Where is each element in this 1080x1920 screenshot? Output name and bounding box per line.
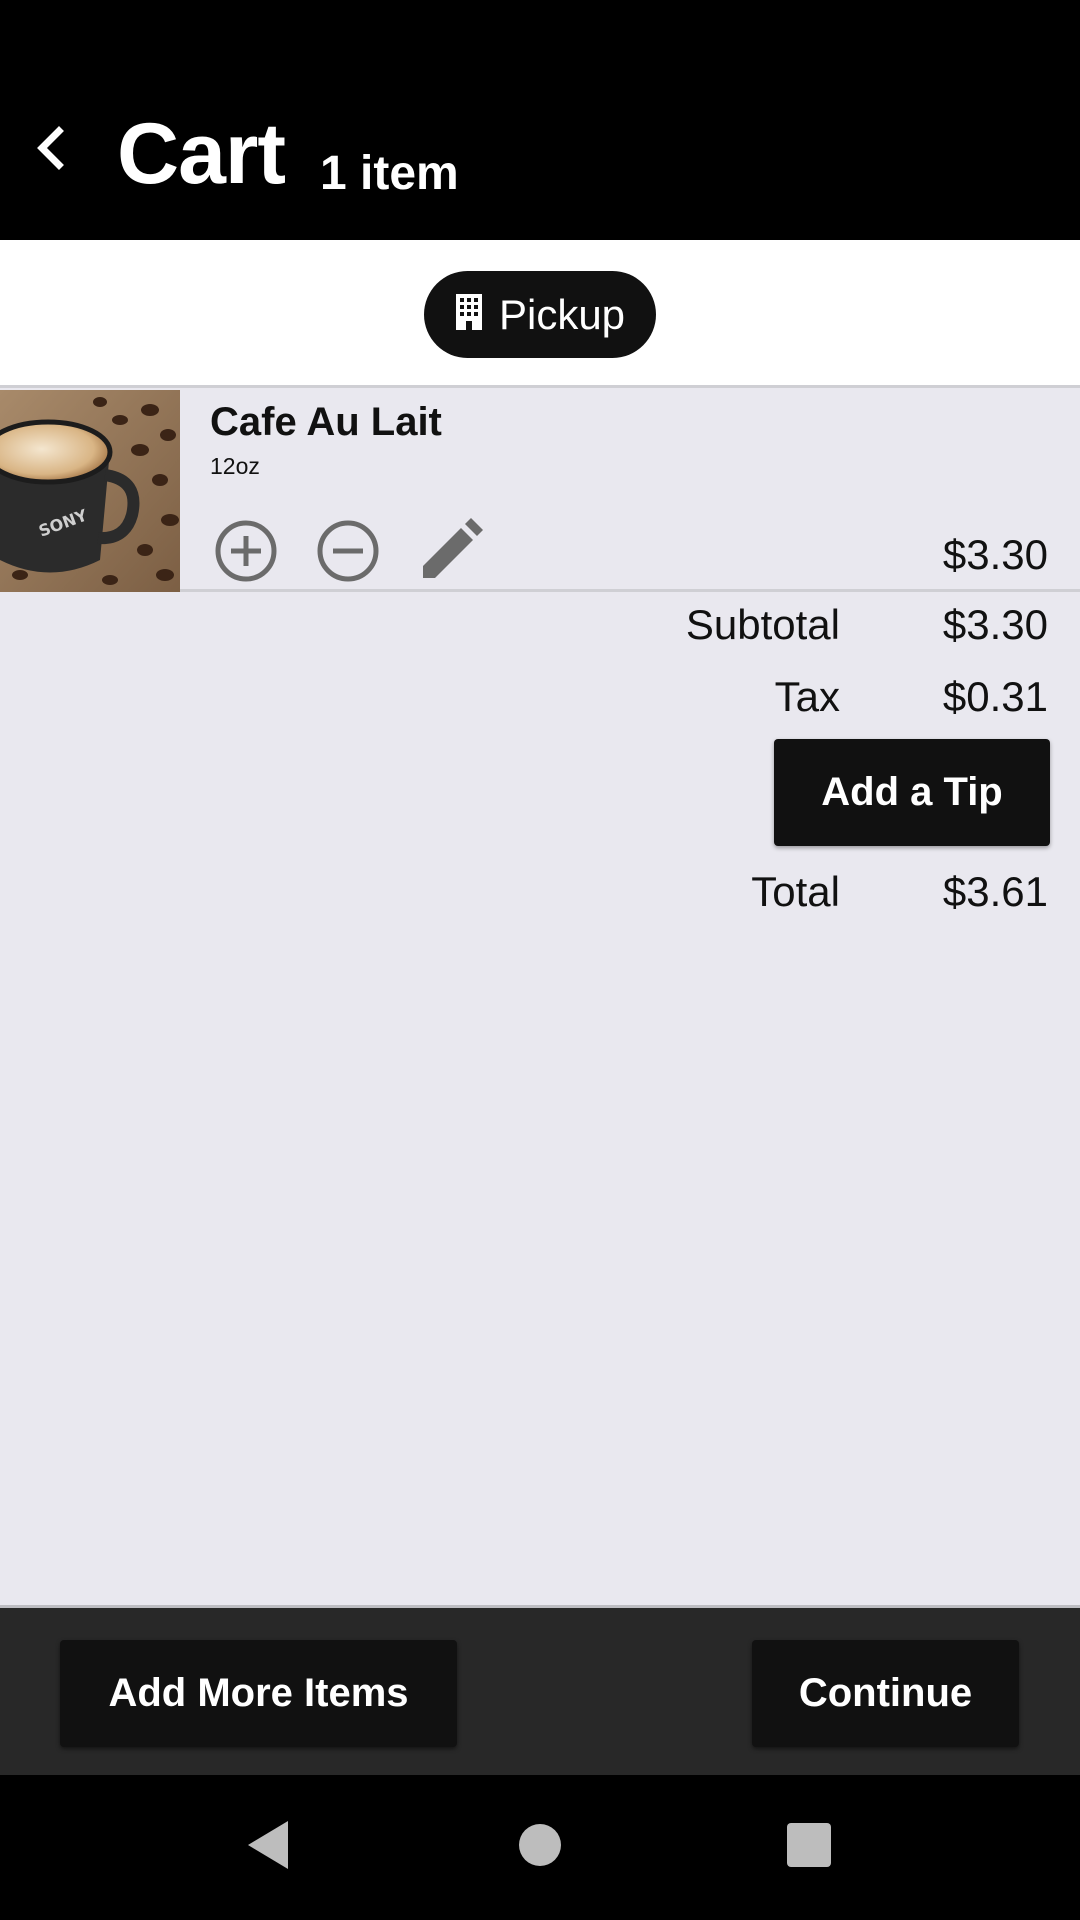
coffee-cup-image: SONY [0,390,180,592]
chevron-left-icon [33,125,67,176]
edit-item-button[interactable] [417,518,483,584]
bottom-action-bar: Add More Items Continue [0,1605,1080,1775]
tax-label: Tax [774,673,840,720]
back-button[interactable] [22,112,78,188]
tax-value: $0.31 [942,673,1048,720]
pickup-label: Pickup [498,290,626,338]
system-nav-bar [0,1775,1080,1920]
item-count: 1 item [320,147,459,200]
pencil-icon [417,518,483,588]
add-more-items-button[interactable]: Add More Items [60,1640,457,1747]
triangle-back-icon [244,1819,292,1876]
subtotal-value: $3.30 [942,601,1048,648]
nav-recents-button[interactable] [749,1775,869,1920]
cart-item: SONY Cafe Au Lait 12oz $3.30 [0,390,1080,592]
fulfillment-mode-bar: Pickup [0,240,1080,388]
building-icon [455,293,483,336]
plus-circle-icon [213,520,279,588]
decrease-quantity-button[interactable] [315,518,381,584]
add-tip-button[interactable]: Add a Tip [774,739,1050,846]
item-price: $3.30 [942,531,1048,578]
subtotal-row: Subtotal $3.30 [0,597,1080,653]
total-row: Total $3.61 [0,864,1080,920]
total-value: $3.61 [942,868,1048,915]
nav-home-button[interactable] [480,1775,600,1920]
item-name: Cafe Au Lait [210,400,442,444]
minus-circle-icon [315,520,381,588]
app-header: Cart 1 item [0,0,1080,240]
page-title: Cart [117,106,286,202]
item-size: 12oz [210,453,260,479]
total-label: Total [751,868,840,915]
circle-home-icon [517,1822,563,1873]
continue-button[interactable]: Continue [752,1640,1019,1747]
square-recents-icon [786,1822,832,1873]
subtotal-label: Subtotal [685,601,840,648]
nav-back-button[interactable] [208,1775,328,1920]
increase-quantity-button[interactable] [213,518,279,584]
pickup-chip[interactable]: Pickup [424,271,656,358]
tax-row: Tax $0.31 [0,669,1080,725]
